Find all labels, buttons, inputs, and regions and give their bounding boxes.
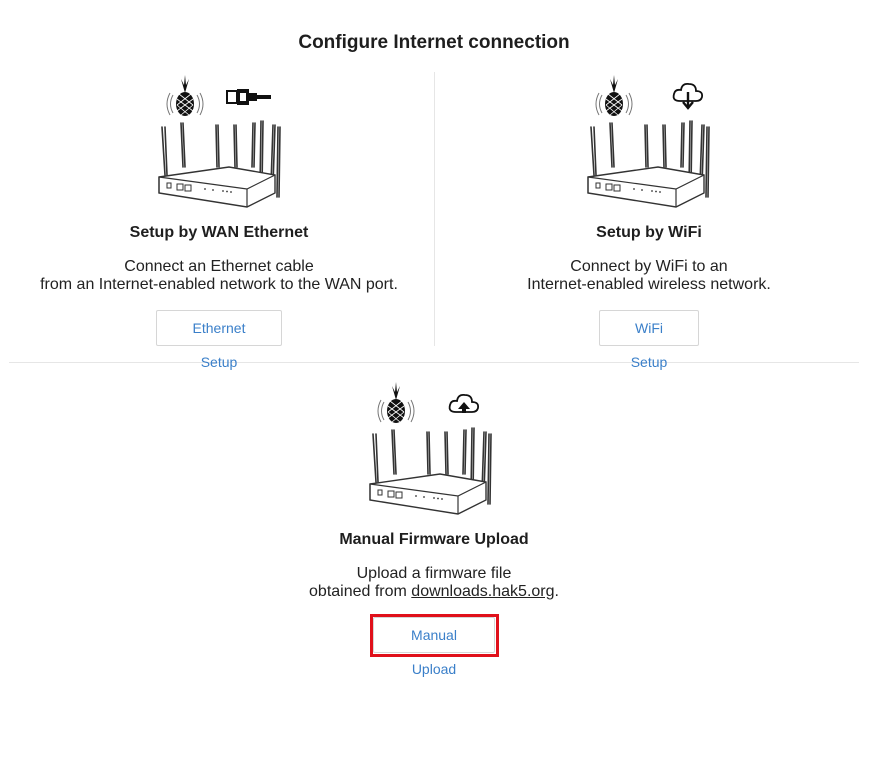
- wifi-setup-button[interactable]: WiFi Setup: [599, 310, 699, 370]
- router-illustration: [158, 75, 281, 208]
- page-title: Configure Internet connection: [298, 32, 570, 53]
- vertical-divider: [434, 72, 435, 346]
- ethernet-description: Connect an Ethernet cable from an Intern…: [40, 258, 398, 293]
- wifi-title: Setup by WiFi: [596, 224, 702, 241]
- highlight-box: [370, 614, 499, 657]
- router-illustration: [369, 382, 492, 515]
- manual-description: Upload a firmware file obtained from dow…: [309, 565, 559, 600]
- ethernet-setup-button[interactable]: Ethernet Setup: [156, 310, 282, 370]
- router-illustration: [587, 75, 710, 208]
- cloud-download-icon: [672, 82, 704, 110]
- manual-title: Manual Firmware Upload: [339, 531, 529, 548]
- downloads-link[interactable]: downloads.hak5.org: [411, 583, 554, 600]
- ethernet-cable-icon: [226, 89, 271, 105]
- cloud-upload-icon: [448, 393, 480, 413]
- ethernet-title: Setup by WAN Ethernet: [129, 224, 309, 241]
- horizontal-divider: [9, 362, 859, 363]
- wifi-description: Connect by WiFi to an Internet-enabled w…: [527, 258, 771, 293]
